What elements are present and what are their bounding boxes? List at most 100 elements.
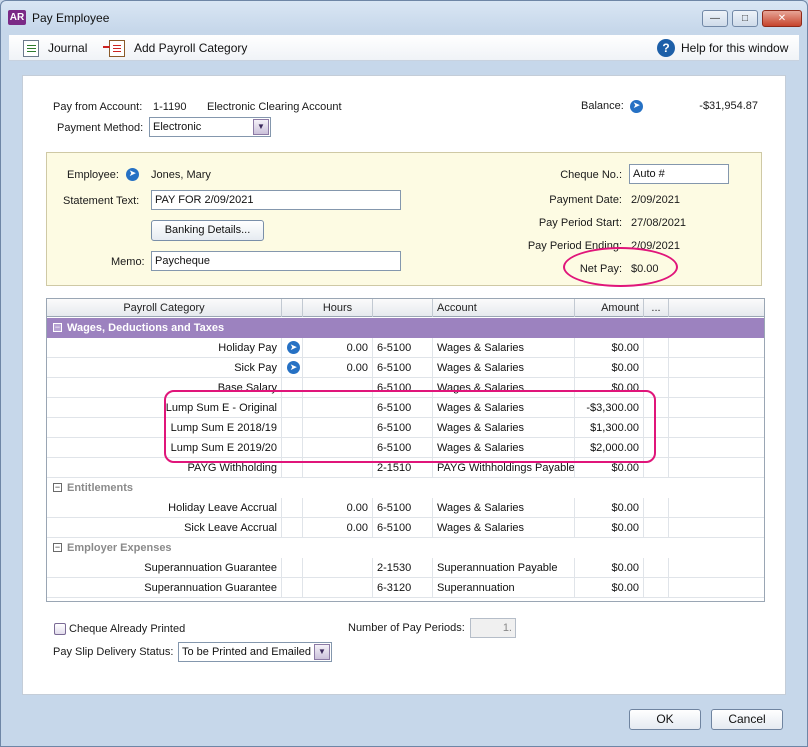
window-title: Pay Employee <box>32 11 110 25</box>
cell-amount[interactable]: -$3,300.00 <box>575 398 644 418</box>
add-payroll-category-button[interactable]: Add Payroll Category <box>103 39 247 57</box>
cell-payroll-category[interactable]: Holiday Leave Accrual <box>65 498 282 518</box>
statement-text-input[interactable]: PAY FOR 2/09/2021 <box>151 190 401 210</box>
cell-account-no[interactable]: 6-3120 <box>373 578 433 598</box>
cell-amount[interactable]: $1,300.00 <box>575 418 644 438</box>
cell-account[interactable]: Wages & Salaries <box>433 498 575 518</box>
cell-account[interactable]: Wages & Salaries <box>433 358 575 378</box>
minimize-button[interactable]: — <box>702 10 728 27</box>
collapse-icon[interactable]: − <box>53 483 62 492</box>
cell-amount[interactable]: $0.00 <box>575 518 644 538</box>
employee-arrow-icon[interactable]: ➤ <box>126 168 139 181</box>
cell-amount[interactable]: $0.00 <box>575 498 644 518</box>
cell-amount[interactable]: $2,000.00 <box>575 438 644 458</box>
cell-amount[interactable]: $0.00 <box>575 558 644 578</box>
memo-input[interactable]: Paycheque <box>151 251 401 271</box>
cell-account-no[interactable]: 6-5100 <box>373 338 433 358</box>
cell-payroll-category[interactable]: Lump Sum E 2019/20 <box>65 438 282 458</box>
pay-period-ending-value[interactable]: 2/09/2021 <box>631 240 680 252</box>
cell-account-no[interactable]: 6-5100 <box>373 418 433 438</box>
table-row[interactable]: Lump Sum E 2018/19 6-5100 Wages & Salaries… <box>47 418 764 438</box>
cell-hours[interactable] <box>303 438 373 458</box>
cell-account-no[interactable]: 6-5100 <box>373 358 433 378</box>
table-row[interactable]: Superannuation Guarantee 6-3120 Superannua… <box>47 578 764 598</box>
row-arrow-icon[interactable]: ➤ <box>287 361 300 374</box>
cell-amount[interactable]: $0.00 <box>575 578 644 598</box>
cell-account[interactable]: Superannuation Payable <box>433 558 575 578</box>
cell-account-no[interactable]: 6-5100 <box>373 398 433 418</box>
journal-button[interactable]: Journal <box>23 39 87 57</box>
cell-payroll-category[interactable]: PAYG Withholding <box>65 458 282 478</box>
help-button[interactable]: ? Help for this window <box>657 39 788 57</box>
cell-account[interactable]: Wages & Salaries <box>433 438 575 458</box>
row-arrow-icon[interactable]: ➤ <box>287 341 300 354</box>
cell-payroll-category[interactable]: Superannuation Guarantee <box>65 578 282 598</box>
banking-details-button[interactable]: Banking Details... <box>151 220 264 241</box>
cell-payroll-category[interactable]: Base Salary <box>65 378 282 398</box>
table-row[interactable]: Lump Sum E - Original 6-5100 Wages & Salar… <box>47 398 764 418</box>
cell-account[interactable]: Wages & Salaries <box>433 518 575 538</box>
cell-account-no[interactable]: 2-1510 <box>373 458 433 478</box>
header-payroll-category[interactable]: Payroll Category <box>47 299 282 317</box>
cell-payroll-category[interactable]: Sick Leave Accrual <box>65 518 282 538</box>
header-hours[interactable]: Hours <box>303 299 373 317</box>
cell-payroll-category[interactable]: Lump Sum E - Original <box>65 398 282 418</box>
cell-hours[interactable]: 0.00 <box>303 518 373 538</box>
close-button[interactable]: ✕ <box>762 10 802 27</box>
cell-account-no[interactable]: 6-5100 <box>373 498 433 518</box>
cell-payroll-category[interactable]: Sick Pay <box>65 358 282 378</box>
cell-account[interactable]: Wages & Salaries <box>433 418 575 438</box>
cell-hours[interactable] <box>303 398 373 418</box>
section-entitlements[interactable]: − Entitlements <box>47 478 764 498</box>
payment-date-value[interactable]: 2/09/2021 <box>631 194 680 206</box>
cell-account[interactable]: Wages & Salaries <box>433 378 575 398</box>
cell-hours[interactable]: 0.00 <box>303 358 373 378</box>
table-row[interactable]: Superannuation Guarantee 2-1530 Superannua… <box>47 558 764 578</box>
header-more[interactable]: ... <box>644 299 669 317</box>
cheque-printed-checkbox[interactable] <box>54 623 66 635</box>
cell-amount[interactable]: $0.00 <box>575 358 644 378</box>
table-row[interactable]: PAYG Withholding 2-1510 PAYG Withholdings … <box>47 458 764 478</box>
cheque-no-input[interactable]: Auto # <box>629 164 729 184</box>
ok-button[interactable]: OK <box>629 709 701 730</box>
cell-hours[interactable] <box>303 458 373 478</box>
cell-amount[interactable]: $0.00 <box>575 338 644 358</box>
cell-account[interactable]: PAYG Withholdings Payable <box>433 458 575 478</box>
cell-payroll-category[interactable]: Holiday Pay <box>65 338 282 358</box>
collapse-icon[interactable]: − <box>53 543 62 552</box>
payment-method-select[interactable]: Electronic ▼ <box>149 117 271 137</box>
table-row[interactable]: Sick Pay 0.00 6-5100 Wages & Salaries $0.00 ➤ <box>47 358 764 378</box>
table-row[interactable]: Base Salary 6-5100 Wages & Salaries $0.00 <box>47 378 764 398</box>
cell-account[interactable]: Wages & Salaries <box>433 398 575 418</box>
cell-hours[interactable] <box>303 418 373 438</box>
section-wages[interactable]: − Wages, Deductions and Taxes <box>47 318 764 338</box>
cell-amount[interactable]: $0.00 <box>575 458 644 478</box>
delivery-status-select[interactable]: To be Printed and Emailed ▼ <box>178 642 332 662</box>
cell-account-no[interactable]: 6-5100 <box>373 438 433 458</box>
collapse-icon[interactable]: − <box>53 323 62 332</box>
cell-account[interactable]: Wages & Salaries <box>433 338 575 358</box>
cell-hours[interactable] <box>303 558 373 578</box>
cell-account-no[interactable]: 6-5100 <box>373 518 433 538</box>
pay-period-start-value[interactable]: 27/08/2021 <box>631 217 686 229</box>
cell-hours[interactable]: 0.00 <box>303 338 373 358</box>
cell-account-no[interactable]: 6-5100 <box>373 378 433 398</box>
cell-hours[interactable] <box>303 578 373 598</box>
table-row[interactable]: Holiday Leave Accrual 0.00 6-5100 Wages & S… <box>47 498 764 518</box>
maximize-button[interactable]: □ <box>732 10 758 27</box>
cancel-button[interactable]: Cancel <box>711 709 783 730</box>
header-amount[interactable]: Amount <box>575 299 644 317</box>
header-account[interactable]: Account <box>433 299 575 317</box>
cell-amount[interactable]: $0.00 <box>575 378 644 398</box>
cell-hours[interactable]: 0.00 <box>303 498 373 518</box>
balance-arrow-icon[interactable]: ➤ <box>630 100 643 113</box>
cell-payroll-category[interactable]: Lump Sum E 2018/19 <box>65 418 282 438</box>
cell-payroll-category[interactable]: Superannuation Guarantee <box>65 558 282 578</box>
table-row[interactable]: Sick Leave Accrual 0.00 6-5100 Wages & Sala… <box>47 518 764 538</box>
cell-account-no[interactable]: 2-1530 <box>373 558 433 578</box>
section-employer-expenses[interactable]: − Employer Expenses <box>47 538 764 558</box>
table-row[interactable]: Lump Sum E 2019/20 6-5100 Wages & Salaries… <box>47 438 764 458</box>
table-row[interactable]: Holiday Pay 0.00 6-5100 Wages & Salaries $0.… <box>47 338 764 358</box>
cell-account[interactable]: Superannuation <box>433 578 575 598</box>
cell-hours[interactable] <box>303 378 373 398</box>
